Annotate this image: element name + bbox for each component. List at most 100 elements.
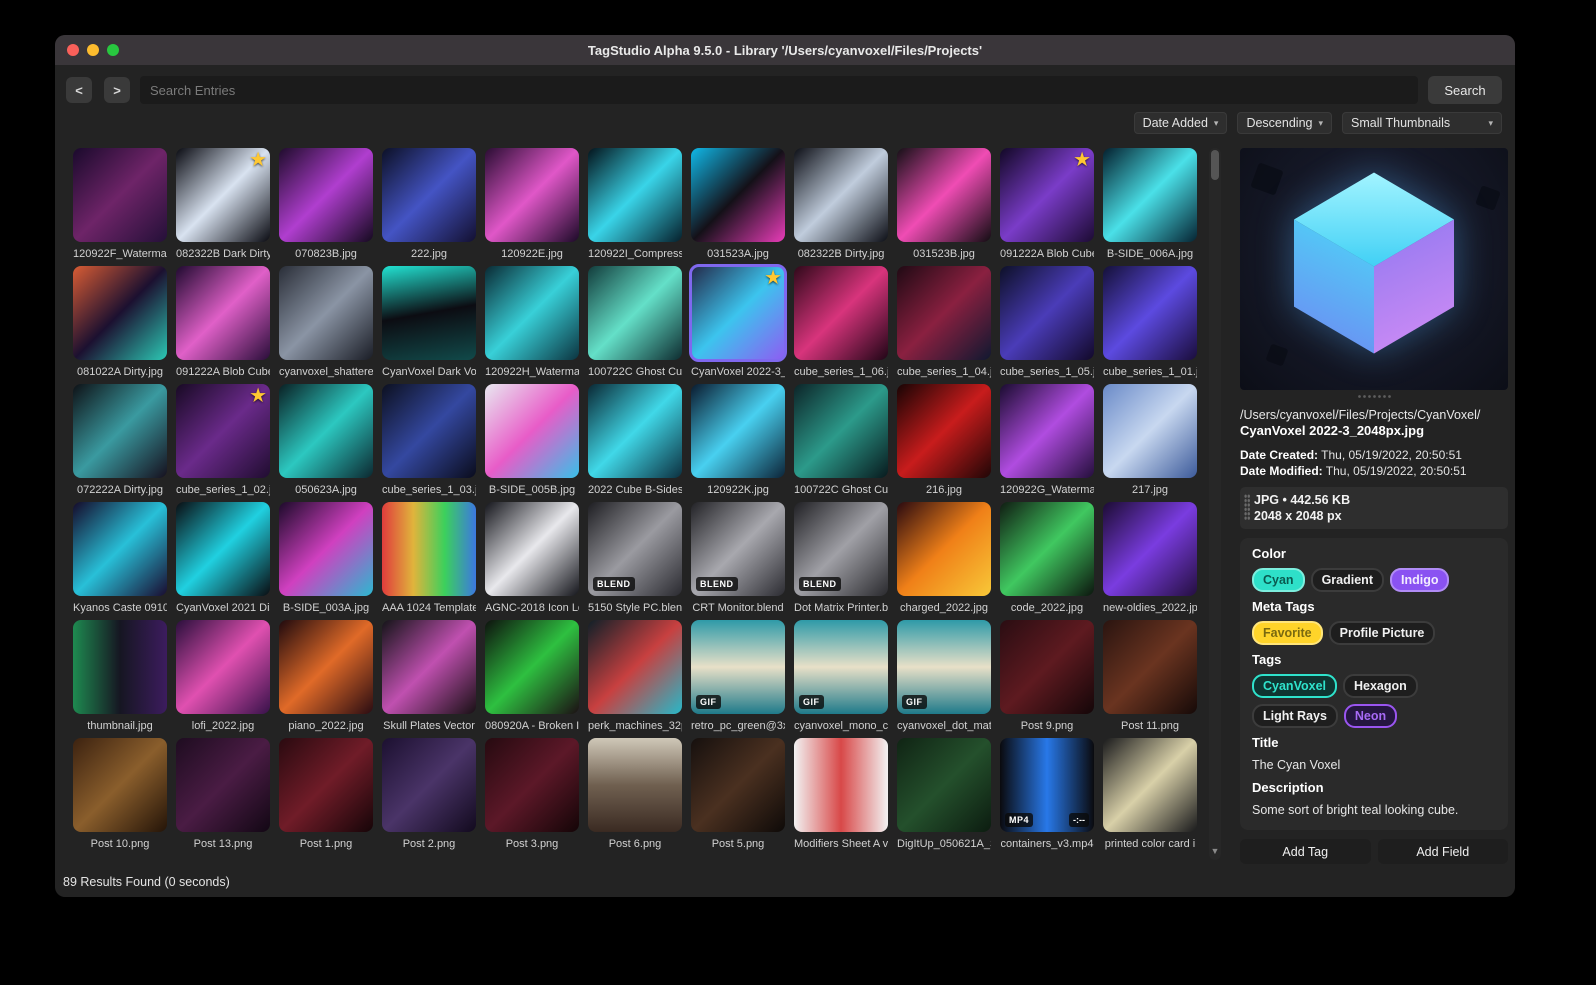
scrollbar-thumb[interactable] bbox=[1211, 150, 1219, 180]
thumbnail[interactable]: GIF bbox=[691, 620, 785, 714]
thumbnail[interactable] bbox=[1103, 266, 1197, 360]
grid-item[interactable]: AAA 1024 Template bbox=[382, 502, 476, 620]
tag-neon[interactable]: Neon bbox=[1343, 704, 1398, 728]
add-field-button[interactable]: Add Field bbox=[1377, 839, 1508, 864]
grid-item[interactable]: BLEND Dot Matrix Printer.b bbox=[794, 502, 888, 620]
grid-item[interactable]: Post 6.png bbox=[588, 738, 682, 856]
thumbnail[interactable] bbox=[794, 384, 888, 478]
grid-item[interactable]: 082322B Dirty.jpg bbox=[794, 148, 888, 266]
thumbnail[interactable] bbox=[382, 148, 476, 242]
grid-item[interactable]: 031523A.jpg bbox=[691, 148, 785, 266]
grid-item[interactable]: 100722C Ghost Cub bbox=[794, 384, 888, 502]
thumbnail-selected[interactable]: ★ bbox=[689, 264, 787, 362]
grid-item[interactable]: 072222A Dirty.jpg bbox=[73, 384, 167, 502]
grid-item[interactable]: Modifiers Sheet A v bbox=[794, 738, 888, 856]
grid-item[interactable]: 222.jpg bbox=[382, 148, 476, 266]
grid-item[interactable]: DigItUp_050621A_S bbox=[897, 738, 991, 856]
thumbnail[interactable] bbox=[485, 620, 579, 714]
thumbnail[interactable] bbox=[588, 738, 682, 832]
thumbnail[interactable] bbox=[73, 148, 167, 242]
tag-cyanvoxel[interactable]: CyanVoxel bbox=[1252, 674, 1337, 698]
thumbnail[interactable] bbox=[73, 384, 167, 478]
thumbnail[interactable] bbox=[691, 148, 785, 242]
grid-item[interactable]: 120922K.jpg bbox=[691, 384, 785, 502]
close-window-icon[interactable] bbox=[67, 44, 79, 56]
grid-item[interactable]: ★ 082322B Dark Dirty bbox=[176, 148, 270, 266]
zoom-window-icon[interactable] bbox=[107, 44, 119, 56]
grid-item[interactable]: Post 11.png bbox=[1103, 620, 1197, 738]
thumbnail[interactable]: BLEND bbox=[691, 502, 785, 596]
thumbnail[interactable] bbox=[897, 384, 991, 478]
file-name[interactable]: CyanVoxel 2022-3_2048px.jpg bbox=[1240, 423, 1508, 439]
grid-item[interactable]: MP4 -:-- containers_v3.mp4 bbox=[1000, 738, 1094, 856]
grid-item[interactable]: 080920A - Broken I bbox=[485, 620, 579, 738]
thumbnail[interactable] bbox=[897, 738, 991, 832]
thumbnail[interactable]: GIF bbox=[897, 620, 991, 714]
thumbnail[interactable] bbox=[1000, 266, 1094, 360]
grid-item[interactable]: thumbnail.jpg bbox=[73, 620, 167, 738]
thumbnail[interactable] bbox=[485, 384, 579, 478]
add-tag-button[interactable]: Add Tag bbox=[1240, 839, 1371, 864]
grid-item[interactable]: cube_series_1_01.j bbox=[1103, 266, 1197, 384]
thumbnail[interactable] bbox=[279, 738, 373, 832]
grid-item[interactable]: B-SIDE_006A.jpg bbox=[1103, 148, 1197, 266]
thumbnail[interactable] bbox=[382, 266, 476, 360]
grid-item[interactable]: GIF retro_pc_green@3x bbox=[691, 620, 785, 738]
grid-item[interactable]: charged_2022.jpg bbox=[897, 502, 991, 620]
thumbnail[interactable] bbox=[382, 620, 476, 714]
grid-item[interactable]: 050623A.jpg bbox=[279, 384, 373, 502]
tag-gradient[interactable]: Gradient bbox=[1310, 568, 1384, 592]
tag-favorite[interactable]: Favorite bbox=[1252, 621, 1323, 645]
thumbnail[interactable] bbox=[485, 738, 579, 832]
thumbnail[interactable]: GIF bbox=[794, 620, 888, 714]
thumbnail-size-dropdown[interactable]: Small Thumbnails ▾ bbox=[1342, 112, 1502, 134]
thumbnail[interactable] bbox=[588, 620, 682, 714]
grid-item[interactable]: code_2022.jpg bbox=[1000, 502, 1094, 620]
thumbnail[interactable] bbox=[1103, 620, 1197, 714]
thumbnail[interactable] bbox=[1000, 620, 1094, 714]
panel-drag-handle[interactable] bbox=[1240, 390, 1508, 402]
grid-item[interactable]: CyanVoxel Dark Vox bbox=[382, 266, 476, 384]
drag-dots-icon[interactable] bbox=[1244, 494, 1250, 520]
grid-item[interactable]: 120922G_Watermar bbox=[1000, 384, 1094, 502]
description-value[interactable]: Some sort of bright teal looking cube. bbox=[1252, 802, 1496, 818]
grid-scrollbar[interactable]: ▼ bbox=[1209, 148, 1221, 860]
grid-item[interactable]: Post 10.png bbox=[73, 738, 167, 856]
search-input[interactable] bbox=[140, 76, 1418, 104]
thumbnail[interactable] bbox=[176, 620, 270, 714]
grid-item[interactable]: AGNC-2018 Icon Lo bbox=[485, 502, 579, 620]
tag-profile-picture[interactable]: Profile Picture bbox=[1328, 621, 1436, 645]
thumbnail[interactable] bbox=[279, 148, 373, 242]
thumbnail[interactable] bbox=[382, 738, 476, 832]
thumbnail[interactable] bbox=[794, 266, 888, 360]
thumbnail[interactable] bbox=[1103, 384, 1197, 478]
thumbnail[interactable] bbox=[897, 502, 991, 596]
grid-item[interactable]: Post 9.png bbox=[1000, 620, 1094, 738]
thumbnail[interactable] bbox=[382, 502, 476, 596]
grid-item[interactable]: CyanVoxel 2021 Dis bbox=[176, 502, 270, 620]
sort-field-dropdown[interactable]: Date Added ▾ bbox=[1133, 112, 1228, 134]
tag-hexagon[interactable]: Hexagon bbox=[1343, 674, 1418, 698]
grid-item[interactable]: 100722C Ghost Cub bbox=[588, 266, 682, 384]
grid-item[interactable]: printed color card i bbox=[1103, 738, 1197, 856]
grid-item[interactable]: cube_series_1_04.j bbox=[897, 266, 991, 384]
thumbnail[interactable]: ★ bbox=[176, 148, 270, 242]
tag-light-rays[interactable]: Light Rays bbox=[1252, 704, 1338, 728]
search-button[interactable]: Search bbox=[1428, 76, 1502, 104]
grid-item[interactable]: 120922E.jpg bbox=[485, 148, 579, 266]
grid-item[interactable]: cube_series_1_03.j bbox=[382, 384, 476, 502]
thumbnail[interactable] bbox=[1000, 384, 1094, 478]
grid-item[interactable]: 120922I_Compress bbox=[588, 148, 682, 266]
thumbnail[interactable] bbox=[279, 620, 373, 714]
grid-item[interactable]: Post 3.png bbox=[485, 738, 579, 856]
grid-item[interactable]: 081022A Dirty.jpg bbox=[73, 266, 167, 384]
grid-item[interactable]: 216.jpg bbox=[897, 384, 991, 502]
grid-item[interactable]: B-SIDE_005B.jpg bbox=[485, 384, 579, 502]
thumbnail[interactable] bbox=[176, 266, 270, 360]
grid-item[interactable]: cube_series_1_05.j bbox=[1000, 266, 1094, 384]
file-path[interactable]: /Users/cyanvoxel/Files/Projects/CyanVoxe… bbox=[1240, 408, 1508, 423]
grid-item[interactable]: 217.jpg bbox=[1103, 384, 1197, 502]
title-value[interactable]: The Cyan Voxel bbox=[1252, 757, 1496, 773]
sort-direction-dropdown[interactable]: Descending ▾ bbox=[1237, 112, 1332, 134]
grid-item[interactable]: Skull Plates Vector bbox=[382, 620, 476, 738]
